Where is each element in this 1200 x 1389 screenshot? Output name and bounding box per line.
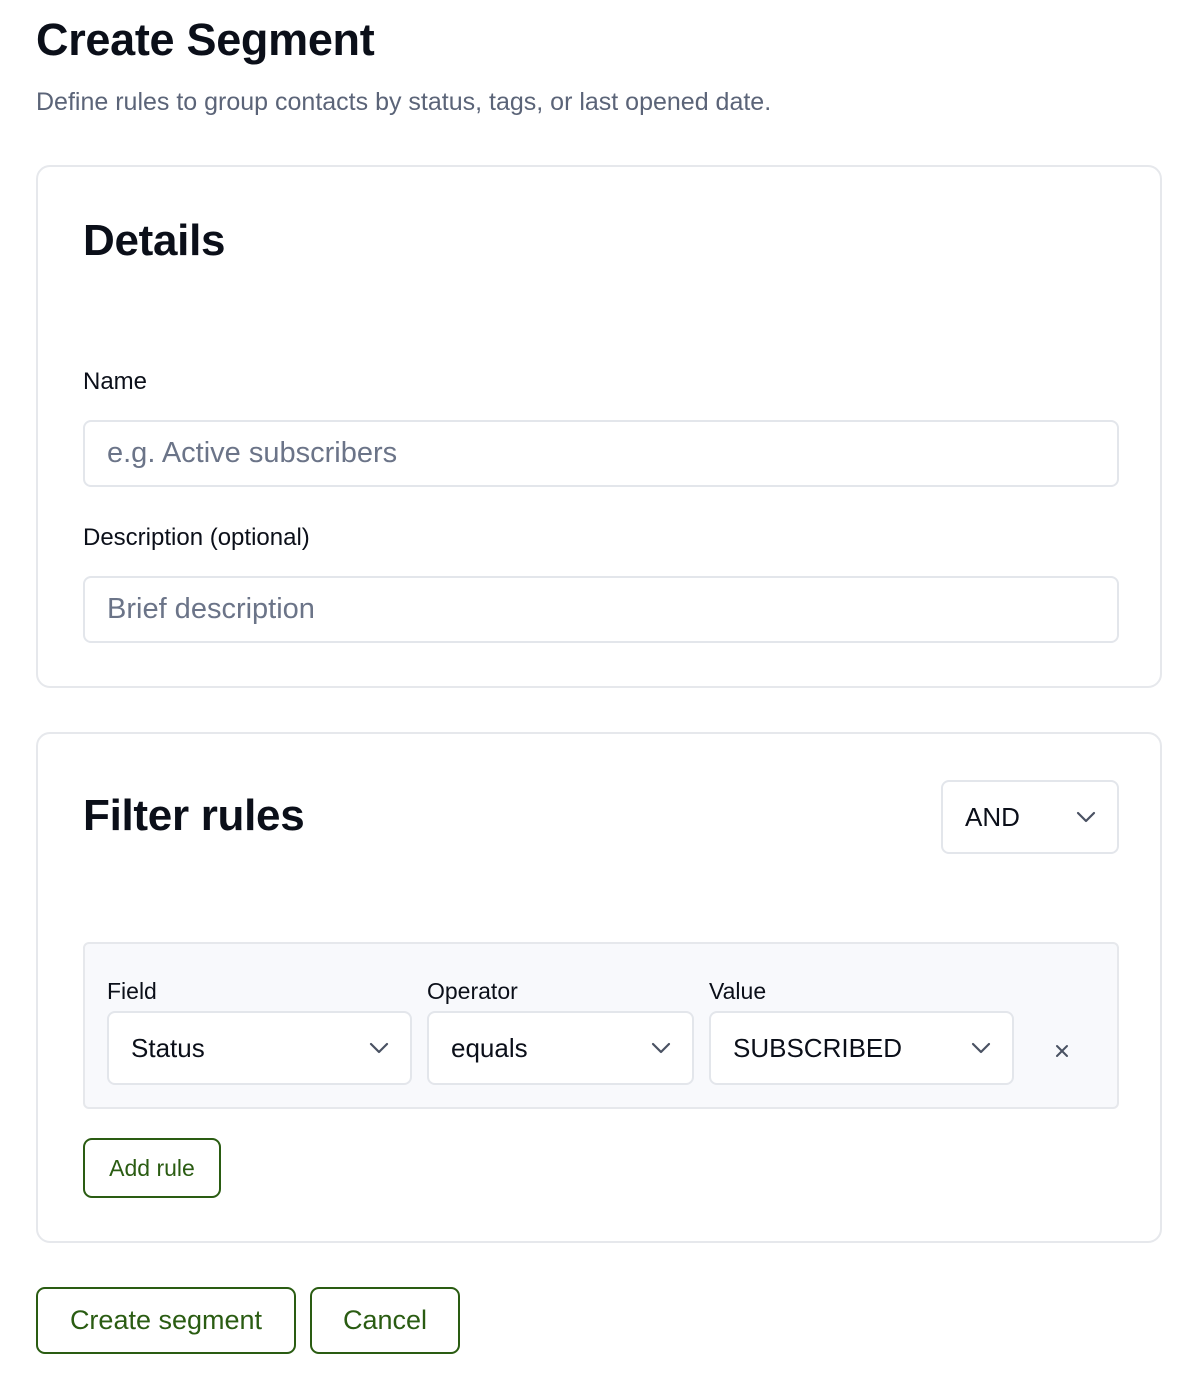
add-rule-button[interactable]: Add rule [83, 1138, 221, 1198]
operator-column-label: Operator [427, 978, 518, 1004]
rule-operator-value: equals [451, 1032, 528, 1063]
chevron-down-icon [1076, 811, 1096, 823]
filter-rules-title: Filter rules [83, 791, 305, 840]
cancel-button[interactable]: Cancel [310, 1287, 460, 1354]
field-column-label: Field [107, 978, 157, 1004]
rule-value-select[interactable]: SUBSCRIBED [709, 1011, 1014, 1085]
details-card: Details Name Description (optional) [36, 165, 1162, 688]
filter-rules-card: Filter rules AND Field Operator Value St… [36, 732, 1162, 1243]
rule-operator-select[interactable]: equals [427, 1011, 694, 1085]
close-icon[interactable] [1053, 1042, 1071, 1060]
rule-field-select[interactable]: Status [107, 1011, 412, 1085]
rule-field-value: Status [131, 1032, 205, 1063]
description-input[interactable] [83, 576, 1119, 643]
description-label: Description (optional) [83, 524, 310, 551]
page-title: Create Segment [36, 14, 375, 65]
logic-operator-value: AND [965, 801, 1020, 832]
details-title: Details [83, 216, 226, 265]
rule-value-value: SUBSCRIBED [733, 1032, 903, 1063]
chevron-down-icon [369, 1042, 389, 1054]
name-label: Name [83, 368, 148, 395]
logic-operator-select[interactable]: AND [941, 780, 1119, 854]
name-input[interactable] [83, 420, 1119, 487]
chevron-down-icon [971, 1042, 991, 1054]
page-subtitle: Define rules to group contacts by status… [36, 88, 772, 116]
value-column-label: Value [709, 978, 767, 1004]
chevron-down-icon [651, 1042, 671, 1054]
rule-row: Field Operator Value Status equals SUBSC… [83, 942, 1119, 1109]
create-segment-button[interactable]: Create segment [36, 1287, 296, 1354]
